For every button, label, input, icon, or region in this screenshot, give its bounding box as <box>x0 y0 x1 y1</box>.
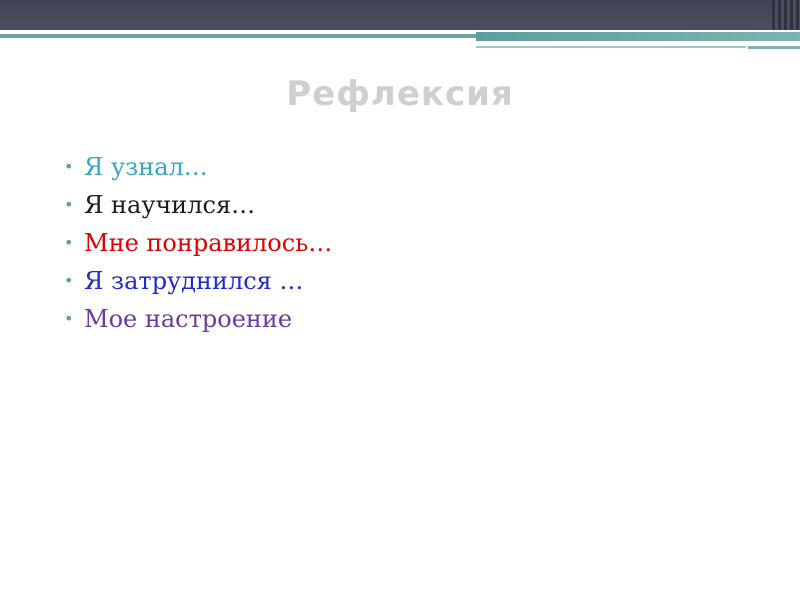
bullet-item-mastered: • Я научился… <box>64 186 332 224</box>
accent-line-left <box>0 34 476 38</box>
accent-thin-line <box>476 46 746 48</box>
bullet-dot-icon: • <box>64 157 74 176</box>
bullet-text: Мне понравилось… <box>84 229 333 257</box>
bullet-dot-icon: • <box>64 271 74 290</box>
bullet-text: Я затруднился … <box>84 267 304 295</box>
bullet-text: Мое настроение <box>84 305 293 333</box>
header-bar-texture <box>772 0 800 30</box>
slide-title: Рефлексия <box>286 74 514 114</box>
bullet-item-difficulty: • Я затруднился … <box>64 262 332 300</box>
bullet-item-mood: • Мое настроение <box>64 300 332 338</box>
accent-thin-line-end <box>748 46 800 49</box>
bullet-dot-icon: • <box>64 195 74 214</box>
slide: Рефлексия • Я узнал… • Я научился… • Мне… <box>0 0 800 600</box>
bullet-item-liked: • Мне понравилось… <box>64 224 332 262</box>
accent-block-right <box>476 32 800 41</box>
bullet-dot-icon: • <box>64 233 74 252</box>
bullet-text: Я узнал… <box>84 153 208 181</box>
bullet-dot-icon: • <box>64 309 74 328</box>
bullet-text: Я научился… <box>84 191 256 219</box>
bullet-list: • Я узнал… • Я научился… • Мне понравило… <box>64 148 332 338</box>
header-bar <box>0 0 800 30</box>
bullet-item-learned: • Я узнал… <box>64 148 332 186</box>
